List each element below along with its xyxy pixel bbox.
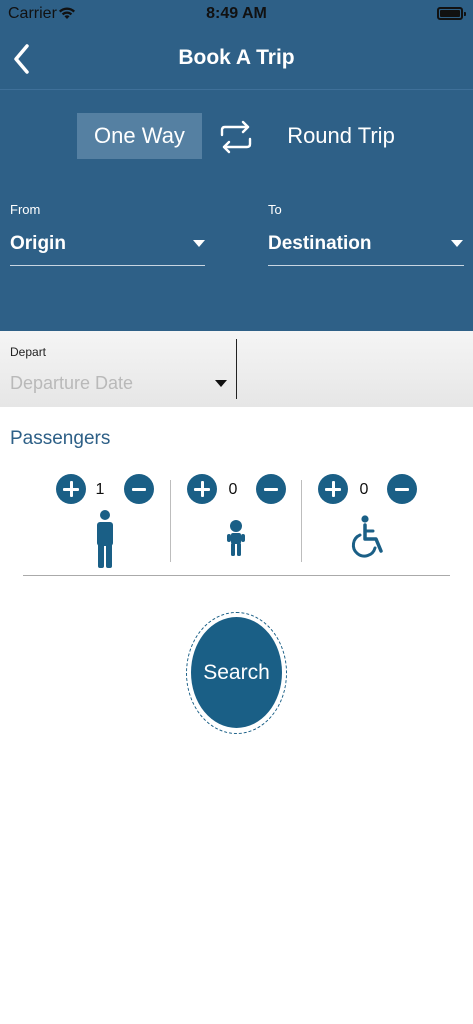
adult-minus-button[interactable] — [124, 474, 154, 504]
battery-icon — [437, 7, 466, 20]
child-icon — [227, 520, 245, 556]
origin-dropdown-caret-icon[interactable] — [193, 240, 205, 247]
passengers-bottom-divider — [23, 575, 450, 576]
adult-plus-button[interactable] — [56, 474, 86, 504]
origin-select[interactable]: Origin — [10, 233, 66, 255]
wheelchair-icon — [351, 515, 383, 558]
child-plus-button[interactable] — [187, 474, 217, 504]
wheelchair-minus-button[interactable] — [387, 474, 417, 504]
child-minus-button[interactable] — [256, 474, 286, 504]
departure-date-field[interactable]: Departure Date — [10, 373, 133, 394]
swap-arrows-icon[interactable] — [216, 118, 256, 156]
round-trip-tab[interactable]: Round Trip — [270, 113, 412, 159]
destination-dropdown-caret-icon[interactable] — [451, 240, 463, 247]
page-title: Book A Trip — [178, 46, 295, 69]
departure-dropdown-caret-icon[interactable] — [215, 380, 227, 387]
depart-section: Depart Departure Date — [0, 331, 473, 407]
clock: 8:49 AM — [206, 5, 267, 22]
child-count: 0 — [228, 481, 238, 498]
depart-label: Depart — [10, 345, 47, 359]
header-panel: Carrier 8:49 AM Book A Trip One Way Roun… — [0, 0, 473, 331]
destination-underline — [268, 265, 464, 266]
passenger-divider — [301, 480, 302, 562]
status-bar: Carrier 8:49 AM — [0, 0, 473, 30]
passenger-divider — [170, 480, 171, 562]
adult-count: 1 — [95, 481, 105, 498]
wheelchair-count: 0 — [359, 481, 369, 498]
wheelchair-plus-button[interactable] — [318, 474, 348, 504]
origin-underline — [10, 265, 205, 266]
destination-select[interactable]: Destination — [268, 233, 371, 255]
depart-divider — [236, 339, 237, 399]
book-trip-screen: Carrier 8:49 AM Book A Trip One Way Roun… — [0, 0, 473, 1024]
search-button[interactable]: Search — [191, 617, 282, 728]
passengers-heading: Passengers — [10, 428, 111, 449]
navigation-bar: Book A Trip — [0, 30, 473, 90]
adult-person-icon — [97, 510, 113, 568]
from-label: From — [10, 202, 41, 217]
to-label: To — [268, 202, 282, 217]
one-way-tab[interactable]: One Way — [77, 113, 202, 159]
